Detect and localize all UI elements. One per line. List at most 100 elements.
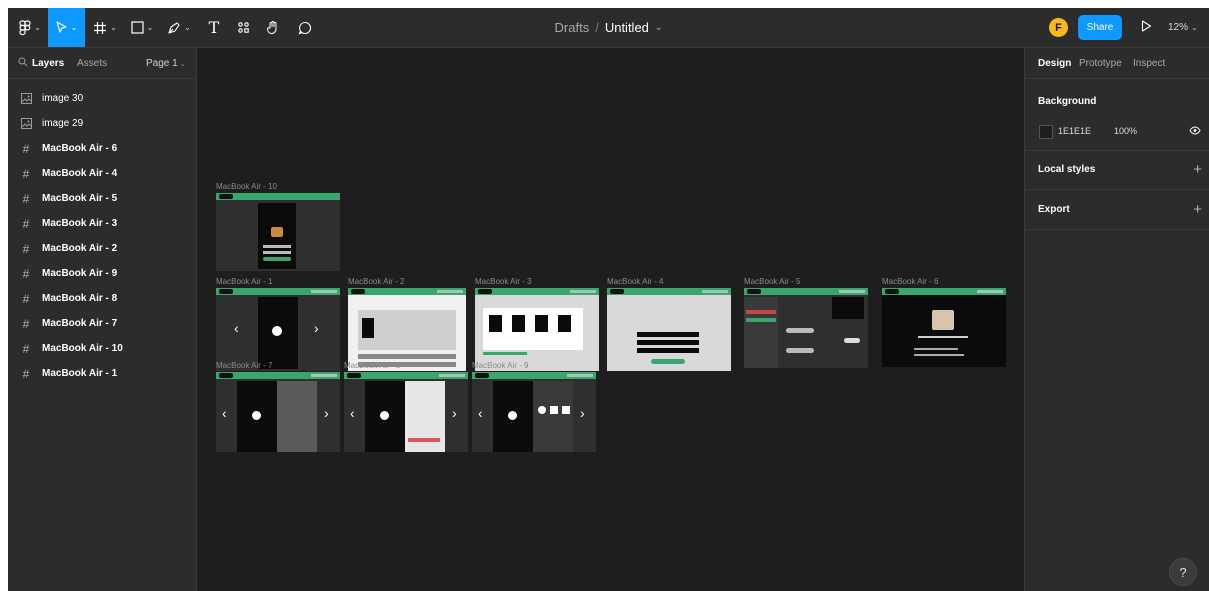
play-triangle-icon bbox=[1141, 19, 1152, 37]
frame-label-macbook-air-8[interactable]: MacBook Air - 8 bbox=[344, 361, 400, 370]
user-avatar[interactable]: F bbox=[1049, 18, 1068, 37]
layer-name: MacBook Air - 2 bbox=[42, 243, 118, 254]
layer-row[interactable]: image 30 bbox=[8, 86, 196, 111]
layer-name: image 30 bbox=[42, 93, 84, 104]
frame-label-macbook-air-3[interactable]: MacBook Air - 3 bbox=[475, 277, 531, 286]
shape-tool-button[interactable]: ⌄ bbox=[126, 8, 158, 47]
design-canvas[interactable]: MacBook Air - 10 MacBook Air - 1 ‹ › Mac… bbox=[197, 48, 1024, 591]
frame-macbook-air-9[interactable]: ‹ › bbox=[472, 372, 596, 452]
image-icon bbox=[18, 118, 34, 129]
frame-macbook-air-7[interactable]: ‹ › bbox=[216, 372, 340, 452]
layer-name: MacBook Air - 8 bbox=[42, 293, 118, 304]
layer-row[interactable]: # MacBook Air - 1 bbox=[8, 361, 196, 386]
pen-nib-icon bbox=[167, 21, 181, 35]
frame-hash-icon: # bbox=[22, 341, 30, 356]
search-icon[interactable] bbox=[18, 57, 28, 70]
resources-tool-button[interactable] bbox=[230, 8, 256, 47]
layers-panel: Layers Assets Page 1 ⌄ image 30 image 29 # M… bbox=[8, 48, 197, 591]
local-styles-title: Local styles bbox=[1038, 164, 1096, 175]
background-title: Background bbox=[1038, 96, 1097, 107]
frame-macbook-air-4[interactable] bbox=[607, 288, 731, 371]
export-section: Export + bbox=[1025, 190, 1209, 230]
figma-app: ⌄ ⌄ ⌄ ⌄ ⌄ T Drafts / Untitled ⌄ F Share … bbox=[8, 8, 1209, 591]
properties-panel: Design Prototype Inspect Background 1E1E… bbox=[1024, 48, 1209, 591]
tab-inspect[interactable]: Inspect bbox=[1133, 58, 1165, 69]
tab-design[interactable]: Design bbox=[1038, 58, 1071, 69]
frame-hash-icon: # bbox=[22, 241, 30, 256]
chevron-down-icon[interactable]: ⌄ bbox=[655, 22, 663, 33]
comment-bubble-icon bbox=[298, 21, 312, 35]
tab-layers[interactable]: Layers bbox=[32, 58, 64, 69]
frame-macbook-air-3[interactable] bbox=[475, 288, 599, 371]
background-section: Background 1E1E1E 100% bbox=[1025, 79, 1209, 151]
pen-tool-button[interactable]: ⌄ bbox=[162, 8, 196, 47]
layer-row[interactable]: # MacBook Air - 9 bbox=[8, 261, 196, 286]
hand-icon bbox=[266, 20, 280, 35]
frame-label-macbook-air-6[interactable]: MacBook Air - 6 bbox=[882, 277, 938, 286]
tab-assets[interactable]: Assets bbox=[77, 58, 107, 69]
frame-tool-button[interactable]: ⌄ bbox=[88, 8, 122, 47]
frame-hash-icon: # bbox=[22, 316, 30, 331]
layer-name: MacBook Air - 10 bbox=[42, 343, 123, 354]
plus-icon[interactable]: + bbox=[1193, 202, 1202, 217]
share-button[interactable]: Share bbox=[1078, 15, 1122, 40]
frame-label-macbook-air-2[interactable]: MacBook Air - 2 bbox=[348, 277, 404, 286]
main-menu-button[interactable]: ⌄ bbox=[14, 8, 46, 47]
export-title: Export bbox=[1038, 204, 1070, 215]
zoom-value: 12% bbox=[1168, 22, 1189, 33]
layer-name: MacBook Air - 9 bbox=[42, 268, 118, 279]
frame-hash-icon: # bbox=[22, 291, 30, 306]
layer-name: MacBook Air - 3 bbox=[42, 218, 118, 229]
background-color-swatch[interactable] bbox=[1039, 125, 1053, 139]
image-icon bbox=[18, 93, 34, 104]
rectangle-icon bbox=[131, 21, 144, 34]
layer-row[interactable]: # MacBook Air - 7 bbox=[8, 311, 196, 336]
frame-label-macbook-air-1[interactable]: MacBook Air - 1 bbox=[216, 277, 272, 286]
frame-label-macbook-air-5[interactable]: MacBook Air - 5 bbox=[744, 277, 800, 286]
breadcrumb-drafts[interactable]: Drafts bbox=[555, 20, 590, 35]
text-tool-button[interactable]: T bbox=[202, 8, 226, 47]
hand-tool-button[interactable] bbox=[260, 8, 286, 47]
cursor-arrow-icon bbox=[56, 21, 68, 34]
breadcrumb-separator: / bbox=[595, 20, 599, 35]
frame-label-macbook-air-7[interactable]: MacBook Air - 7 bbox=[216, 361, 272, 370]
present-button[interactable] bbox=[1136, 18, 1156, 38]
move-tool-button[interactable]: ⌄ bbox=[48, 8, 85, 47]
background-opacity-input[interactable]: 100% bbox=[1114, 126, 1137, 136]
plus-icon[interactable]: + bbox=[1193, 162, 1202, 177]
frame-macbook-air-10[interactable] bbox=[216, 193, 340, 271]
layer-name: MacBook Air - 1 bbox=[42, 368, 118, 379]
text-t-icon: T bbox=[208, 18, 220, 37]
frame-hash-icon: # bbox=[22, 366, 30, 381]
layer-row[interactable]: # MacBook Air - 10 bbox=[8, 336, 196, 361]
layer-name: image 29 bbox=[42, 118, 84, 129]
layer-row[interactable]: image 29 bbox=[8, 111, 196, 136]
file-name[interactable]: Untitled bbox=[605, 20, 649, 35]
layer-row[interactable]: # MacBook Air - 6 bbox=[8, 136, 196, 161]
tab-prototype[interactable]: Prototype bbox=[1079, 58, 1122, 69]
frame-hash-icon: # bbox=[22, 166, 30, 181]
layer-row[interactable]: # MacBook Air - 5 bbox=[8, 186, 196, 211]
page-selector[interactable]: Page 1 ⌄ bbox=[146, 58, 186, 69]
figma-logo-icon bbox=[19, 19, 31, 36]
frame-label-macbook-air-9[interactable]: MacBook Air - 9 bbox=[472, 361, 528, 370]
layer-row[interactable]: # MacBook Air - 4 bbox=[8, 161, 196, 186]
frame-label-macbook-air-4[interactable]: MacBook Air - 4 bbox=[607, 277, 663, 286]
frame-macbook-air-6[interactable] bbox=[882, 288, 1006, 367]
layer-row[interactable]: # MacBook Air - 3 bbox=[8, 211, 196, 236]
comment-tool-button[interactable] bbox=[292, 8, 318, 47]
frame-label-macbook-air-10[interactable]: MacBook Air - 10 bbox=[216, 182, 277, 191]
zoom-dropdown[interactable]: 12% ⌄ bbox=[1168, 8, 1198, 47]
frame-macbook-air-2[interactable] bbox=[348, 288, 466, 371]
layer-row[interactable]: # MacBook Air - 8 bbox=[8, 286, 196, 311]
frame-macbook-air-1[interactable]: ‹ › bbox=[216, 288, 340, 371]
frame-hash-icon: # bbox=[22, 216, 30, 231]
resources-grid-icon bbox=[237, 21, 250, 34]
layer-name: MacBook Air - 4 bbox=[42, 168, 118, 179]
eye-icon[interactable] bbox=[1189, 126, 1201, 138]
frame-macbook-air-8[interactable]: ‹ › bbox=[344, 372, 468, 452]
help-button[interactable]: ? bbox=[1169, 558, 1197, 586]
layer-row[interactable]: # MacBook Air - 2 bbox=[8, 236, 196, 261]
background-hex-input[interactable]: 1E1E1E bbox=[1058, 126, 1091, 136]
frame-macbook-air-5[interactable] bbox=[744, 288, 868, 368]
